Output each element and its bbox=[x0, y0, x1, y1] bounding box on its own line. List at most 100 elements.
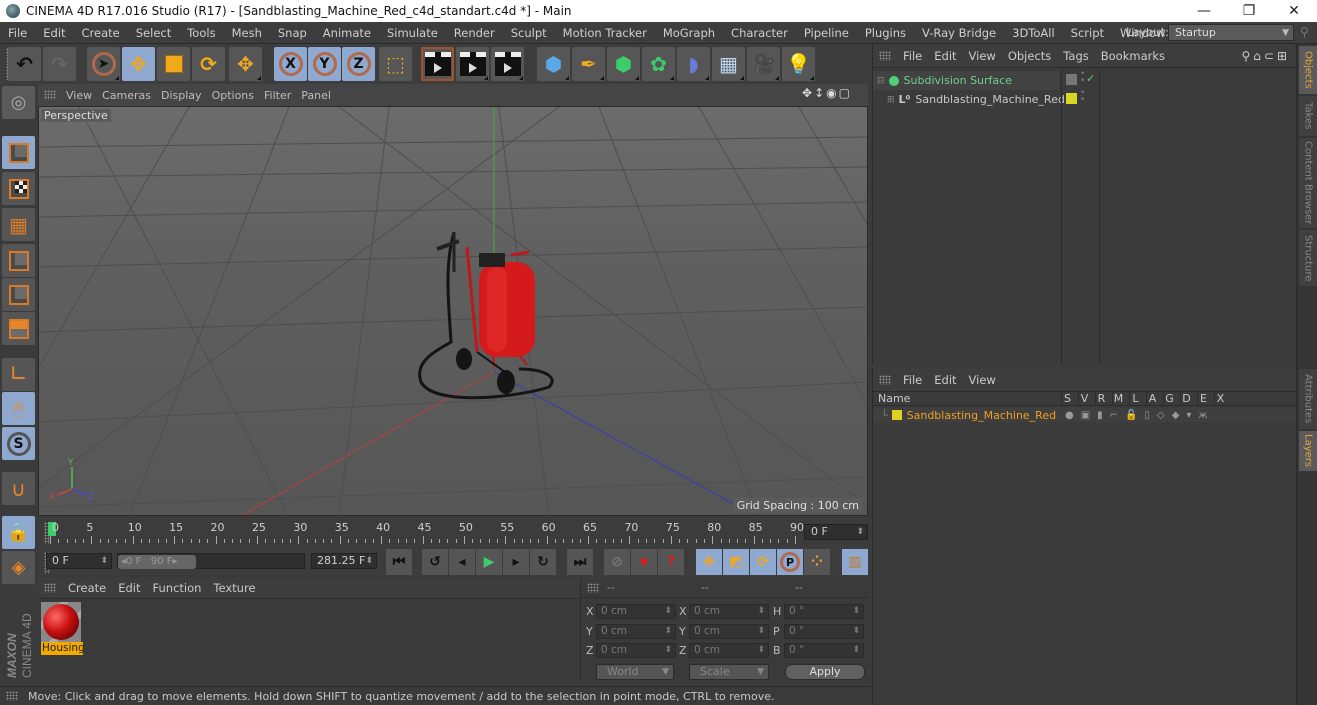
objects-menu-edit[interactable]: Edit bbox=[934, 49, 956, 63]
viewport-menu-filter[interactable]: Filter bbox=[264, 89, 291, 102]
texture-mode-button[interactable] bbox=[2, 172, 35, 205]
axis-mode-button[interactable]: ∟ bbox=[2, 358, 35, 391]
pos-y-field[interactable]: 0 cm ⬍ bbox=[596, 624, 676, 639]
menu-file[interactable]: File bbox=[0, 26, 35, 40]
layer-color-icon[interactable] bbox=[1066, 93, 1077, 104]
home-icon[interactable]: ⌂ bbox=[1253, 49, 1264, 63]
viewport-menu-panel[interactable]: Panel bbox=[301, 89, 331, 102]
column-manager[interactable]: M bbox=[1112, 392, 1124, 405]
planar-workplane-button[interactable]: ◈ bbox=[2, 551, 35, 584]
menu-select[interactable]: Select bbox=[128, 26, 179, 40]
play-button[interactable]: ▶ bbox=[476, 549, 502, 575]
menu-character[interactable]: Character bbox=[723, 26, 796, 40]
column-render[interactable]: R bbox=[1095, 392, 1107, 405]
coordinate-system-button[interactable]: ⬚ bbox=[379, 47, 412, 81]
menu-tools[interactable]: Tools bbox=[179, 26, 223, 40]
expand-icon[interactable]: ⊞ bbox=[887, 95, 895, 105]
model-mode-button[interactable] bbox=[2, 136, 35, 169]
objects-menu-file[interactable]: File bbox=[903, 49, 922, 63]
layer-toggle-icons[interactable]: ●▣▮⌐🔓▯◇◆▾ж bbox=[1065, 410, 1214, 421]
tab-attributes[interactable]: Attributes bbox=[1299, 369, 1317, 429]
column-view[interactable]: V bbox=[1078, 392, 1090, 405]
visibility-dots-icon[interactable]: • • bbox=[1080, 89, 1085, 105]
cloner-button[interactable]: ✿ bbox=[642, 47, 675, 81]
magnet-button[interactable]: ∪ bbox=[2, 472, 35, 505]
workplane-mode-button[interactable]: ▦ bbox=[2, 208, 35, 241]
menu-create[interactable]: Create bbox=[74, 26, 128, 40]
3d-viewport[interactable]: Y X Z Perspective Grid Spacing : 100 cm bbox=[38, 106, 868, 516]
rot-p-field[interactable]: 0 ° ⬍ bbox=[784, 624, 864, 639]
deformer-button[interactable]: ◗ bbox=[677, 47, 710, 81]
viewport-menu-display[interactable]: Display bbox=[161, 89, 202, 102]
menu-edit[interactable]: Edit bbox=[35, 26, 73, 40]
layer-row[interactable]: └ Sandblasting_Machine_Red ●▣▮⌐🔓▯◇◆▾ж bbox=[873, 408, 1297, 422]
current-frame-field[interactable]: 0 F ⬍ bbox=[804, 524, 868, 540]
goto-start-button[interactable]: ⏮ bbox=[386, 549, 412, 575]
layers-menu-view[interactable]: View bbox=[969, 373, 996, 387]
camera-button[interactable]: 🎥 bbox=[747, 47, 780, 81]
key-rotation-button[interactable]: ⟳ bbox=[750, 549, 776, 575]
floor-button[interactable]: ▦ bbox=[712, 47, 745, 81]
grip-handle[interactable] bbox=[587, 582, 599, 593]
objects-menu-view[interactable]: View bbox=[969, 49, 996, 63]
menu-mograph[interactable]: MoGraph bbox=[655, 26, 723, 40]
tab-takes[interactable]: Takes bbox=[1299, 96, 1317, 136]
material-menu-create[interactable]: Create bbox=[68, 581, 106, 595]
size-y-field[interactable]: 0 cm ⬍ bbox=[689, 624, 769, 639]
size-z-field[interactable]: 0 cm ⬍ bbox=[689, 643, 769, 658]
render-settings-button[interactable] bbox=[491, 47, 524, 81]
layers-menu-file[interactable]: File bbox=[903, 373, 922, 387]
size-x-field[interactable]: 0 cm ⬍ bbox=[689, 604, 769, 619]
redo-button[interactable]: ↷ bbox=[43, 47, 76, 81]
rot-b-field[interactable]: 0 ° ⬍ bbox=[784, 643, 864, 658]
pan-icon[interactable]: ✥ bbox=[802, 86, 814, 100]
autokey-button[interactable]: ⏺ bbox=[631, 549, 657, 575]
y-axis-button[interactable]: Y bbox=[308, 47, 341, 81]
x-axis-button[interactable]: X bbox=[274, 47, 307, 81]
material-menu-function[interactable]: Function bbox=[153, 581, 202, 595]
enabled-check-icon[interactable]: ✓ bbox=[1086, 72, 1095, 85]
start-frame-field[interactable]: 0 F ⬍ bbox=[46, 553, 112, 569]
column-expressions[interactable]: E bbox=[1197, 392, 1209, 405]
menu-mesh[interactable]: Mesh bbox=[224, 26, 270, 40]
close-button[interactable]: ✕ bbox=[1271, 0, 1317, 22]
material-swatch[interactable]: Housing bbox=[41, 602, 83, 656]
key-scale-button[interactable]: ◩ bbox=[723, 549, 749, 575]
point-mode-button[interactable] bbox=[2, 244, 35, 277]
collapse-icon[interactable]: ⊟ bbox=[877, 76, 885, 86]
orbit-icon[interactable]: ◉ bbox=[826, 86, 838, 100]
scale-tool-button[interactable] bbox=[157, 47, 190, 81]
menu-3dtoall[interactable]: 3DToAll bbox=[1004, 26, 1063, 40]
new-window-icon[interactable]: ⊞ bbox=[1277, 49, 1290, 63]
visibility-dots-icon[interactable]: • • bbox=[1080, 70, 1085, 86]
objects-menu-bookmarks[interactable]: Bookmarks bbox=[1101, 49, 1165, 63]
range-handle[interactable]: ◂0 F 90 F▸ bbox=[118, 555, 196, 569]
key-pla-button[interactable]: ⁘ bbox=[804, 549, 830, 575]
apply-button[interactable]: Apply bbox=[785, 664, 865, 680]
tweak-mode-button[interactable]: 🖱 bbox=[2, 392, 35, 425]
material-menu-texture[interactable]: Texture bbox=[213, 581, 255, 595]
objects-menu-objects[interactable]: Objects bbox=[1008, 49, 1051, 63]
ruler-ticks[interactable]: 0 5 10 15 20 25 30 35 40 45 50 55 60 65 70 75 80 85 90 bbox=[48, 519, 804, 547]
goto-end-button[interactable]: ⏭ bbox=[567, 549, 593, 575]
undo-button[interactable]: ↶ bbox=[8, 47, 41, 81]
tab-structure[interactable]: Structure bbox=[1299, 230, 1317, 286]
column-locked[interactable]: L bbox=[1129, 392, 1141, 405]
viewport-menu-view[interactable]: View bbox=[66, 89, 92, 102]
subdivision-surface-button[interactable]: ⬢ bbox=[607, 47, 640, 81]
goto-prev-key-button[interactable]: ↺ bbox=[422, 549, 448, 575]
object-row[interactable]: ⊟ Subdivision Surface bbox=[873, 71, 1059, 90]
object-row[interactable]: ⊞ L⁰ Sandblasting_Machine_Red bbox=[873, 90, 1065, 109]
layer-color-swatch[interactable] bbox=[891, 410, 902, 420]
pos-x-field[interactable]: 0 cm ⬍ bbox=[596, 604, 676, 619]
recent-tool-button[interactable]: ✥ bbox=[229, 47, 262, 81]
column-deformers[interactable]: D bbox=[1180, 392, 1192, 405]
key-parameter-button[interactable]: P bbox=[777, 549, 803, 575]
editor-visibility-icon[interactable] bbox=[1066, 74, 1077, 85]
menu-motion-tracker[interactable]: Motion Tracker bbox=[555, 26, 655, 40]
record-keys-button[interactable]: ⊘ bbox=[604, 549, 630, 575]
frame-range-slider[interactable]: ◂0 F 90 F▸ bbox=[117, 553, 305, 569]
key-position-button[interactable]: ✥ bbox=[696, 549, 722, 575]
menu-plugins[interactable]: Plugins bbox=[857, 26, 914, 40]
make-editable-button[interactable]: ◎ bbox=[2, 86, 35, 119]
